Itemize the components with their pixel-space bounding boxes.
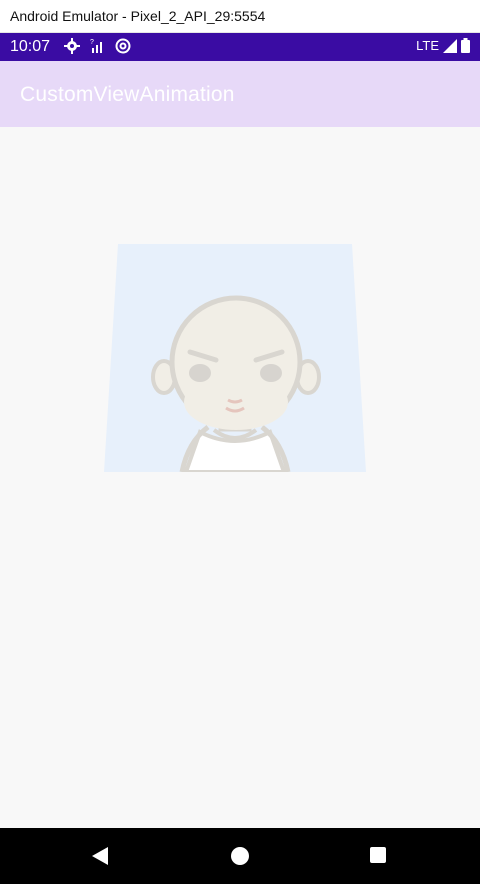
back-icon[interactable]: [90, 846, 110, 866]
svg-text:?: ?: [90, 39, 94, 46]
sync-icon: [115, 38, 131, 54]
animated-character-image: [104, 244, 366, 472]
app-bar: CustomViewAnimation: [0, 61, 480, 127]
battery-icon: [461, 38, 470, 53]
nav-bar: [0, 828, 480, 884]
signal-icon: [443, 38, 457, 53]
status-time: 10:07: [10, 38, 51, 55]
recents-icon[interactable]: [369, 846, 387, 864]
main-content: [0, 127, 480, 828]
network-type: LTE: [416, 38, 439, 53]
status-bar: 10:07 ? LTE: [0, 33, 480, 61]
gear-icon: [64, 38, 80, 54]
emulator-titlebar: Android Emulator - Pixel_2_API_29:5554: [0, 0, 480, 33]
app-title: CustomViewAnimation: [20, 83, 235, 106]
home-icon[interactable]: [230, 846, 250, 866]
status-right-cluster: LTE: [416, 38, 470, 53]
window-title: Android Emulator - Pixel_2_API_29:5554: [10, 8, 266, 24]
signal-cross-icon: ?: [90, 39, 102, 53]
